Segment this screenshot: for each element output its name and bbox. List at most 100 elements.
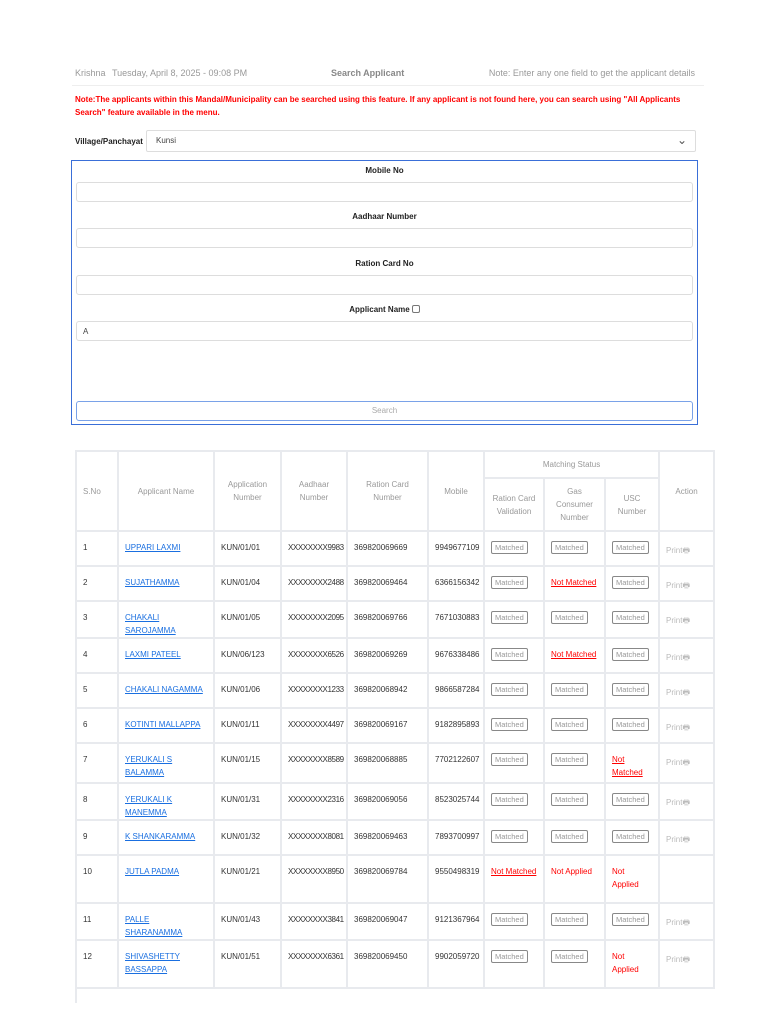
gas-cell: Matched	[543, 782, 606, 821]
table-row: 10 JUTLA PADMA KUN/01/21 XXXXXXXX8950 36…	[75, 854, 716, 904]
matched-badge: Matched	[491, 648, 528, 661]
print-label: Print	[666, 723, 683, 732]
sno: 2	[75, 565, 119, 602]
rcv-cell: Not Matched	[483, 854, 545, 904]
ration-label: Ration Card No	[355, 259, 414, 268]
print-button[interactable]: Print🖶	[666, 581, 690, 590]
usc-cell: Matched	[603, 902, 661, 941]
village-select[interactable]: Kunsi ⌄	[146, 130, 696, 152]
usc-cell: Not Applied	[603, 854, 661, 904]
aadhaar-number: XXXXXXXX6526	[280, 637, 348, 674]
applicant-name-label-row: Applicant Name	[72, 305, 697, 314]
ration-card-number: 369820068885	[346, 742, 429, 784]
matched-badge: Matched	[551, 611, 588, 624]
applicant-name-link[interactable]: JUTLA PADMA	[125, 867, 179, 876]
application-number: KUN/01/06	[213, 672, 282, 709]
top-bar: Krishna Tuesday, April 8, 2025 - 09:08 P…	[75, 68, 695, 82]
table-row: 6 KOTINTI MALLAPPA KUN/01/11 XXXXXXXX449…	[75, 707, 716, 744]
print-button[interactable]: Print🖶	[666, 798, 690, 807]
aadhaar-input[interactable]	[76, 228, 693, 248]
chevron-down-icon: ⌄	[676, 133, 687, 147]
sno: 12	[75, 939, 119, 989]
sno: 6	[75, 707, 119, 744]
ration-card-number: 369820069167	[346, 707, 429, 744]
village-value: Kunsi	[156, 136, 177, 145]
applicant-name-link[interactable]: KOTINTI MALLAPPA	[125, 720, 200, 729]
ration-input[interactable]	[76, 275, 693, 295]
applicant-name-link[interactable]: YERUKALI K MANEMMA	[125, 795, 172, 817]
mobile: 6366156342	[427, 565, 485, 602]
matched-badge: Matched	[491, 683, 528, 696]
applicant-name-checkbox[interactable]	[411, 305, 420, 313]
matched-badge: Matched	[491, 913, 528, 926]
action-cell: Print🖶	[658, 939, 716, 989]
applicant-name-link[interactable]: K SHANKARAMMA	[125, 832, 195, 841]
printer-icon: 🖶	[682, 581, 691, 590]
applicant-name-link[interactable]: CHAKALI SAROJAMMA	[125, 613, 176, 635]
ration-card-number: 369820069450	[346, 939, 429, 989]
print-button[interactable]: Print🖶	[666, 918, 690, 927]
matched-badge: Matched	[551, 950, 588, 963]
applicant-name-link[interactable]: PALLE SHARANAMMA	[125, 915, 182, 937]
matched-badge: Matched	[612, 913, 649, 926]
applicant-name-link[interactable]: SHIVASHETTY BASSAPPA	[125, 952, 180, 974]
name-cell: YERUKALI S BALAMMA	[117, 742, 215, 784]
print-button[interactable]: Print🖶	[666, 546, 690, 555]
action-cell	[658, 854, 716, 904]
matched-badge: Matched	[491, 830, 528, 843]
applicant-name-link[interactable]: YERUKALI S BALAMMA	[125, 755, 172, 777]
mobile: 9949677109	[427, 530, 485, 567]
mobile: 7702122607	[427, 742, 485, 784]
search-button[interactable]: Search	[76, 401, 693, 421]
print-button[interactable]: Print🖶	[666, 616, 690, 625]
matched-badge: Matched	[551, 683, 588, 696]
not-matched-link[interactable]: Not Matched	[551, 578, 596, 587]
matched-badge: Matched	[551, 830, 588, 843]
print-label: Print	[666, 653, 683, 662]
applicant-name-link[interactable]: UPPARI LAXMI	[125, 543, 180, 552]
print-button[interactable]: Print🖶	[666, 835, 690, 844]
print-button[interactable]: Print🖶	[666, 688, 690, 697]
usc-cell: Matched	[603, 600, 661, 639]
sno: 10	[75, 854, 119, 904]
user-name: Krishna	[75, 68, 106, 78]
not-matched-link[interactable]: Not Matched	[491, 867, 536, 876]
applicant-name-link[interactable]: LAXMI PATEEL	[125, 650, 181, 659]
applicant-name-input[interactable]: A	[76, 321, 693, 341]
table-row: 5 CHAKALI NAGAMMA KUN/01/06 XXXXXXXX1233…	[75, 672, 716, 709]
usc-cell: Matched	[603, 707, 661, 744]
applicant-name-link[interactable]: CHAKALI NAGAMMA	[125, 685, 203, 694]
print-button[interactable]: Print🖶	[666, 653, 690, 662]
application-number: KUN/01/51	[213, 939, 282, 989]
print-button[interactable]: Print🖶	[666, 955, 690, 964]
application-number: KUN/01/32	[213, 819, 282, 856]
not-applied-text: Not Applied	[612, 952, 639, 974]
application-number: KUN/01/31	[213, 782, 282, 821]
action-cell: Print🖶	[658, 600, 716, 639]
usc-cell: Matched	[603, 782, 661, 821]
rcv-cell: Matched	[483, 742, 545, 784]
table-edge	[75, 983, 77, 1003]
printer-icon: 🖶	[682, 546, 691, 555]
mobile-input[interactable]	[76, 182, 693, 202]
ration-card-number: 369820069464	[346, 565, 429, 602]
aadhaar-number: XXXXXXXX6361	[280, 939, 348, 989]
applicant-name-link[interactable]: SUJATHAMMA	[125, 578, 180, 587]
ration-card-number: 369820069784	[346, 854, 429, 904]
ration-card-number: 369820069056	[346, 782, 429, 821]
name-cell: LAXMI PATEEL	[117, 637, 215, 674]
rcv-cell: Matched	[483, 902, 545, 941]
gas-cell: Matched	[543, 902, 606, 941]
print-label: Print	[666, 546, 683, 555]
th-sno: S.No	[75, 450, 119, 532]
search-form: Mobile No Aadhaar Number Ration Card No …	[71, 160, 698, 425]
not-matched-link[interactable]: Not Matched	[551, 650, 596, 659]
not-matched-link[interactable]: Not Matched	[612, 755, 643, 777]
application-number: KUN/01/11	[213, 707, 282, 744]
aadhaar-number: XXXXXXXX8950	[280, 854, 348, 904]
print-button[interactable]: Print🖶	[666, 723, 690, 732]
print-button[interactable]: Print🖶	[666, 758, 690, 767]
gas-cell: Not Matched	[543, 637, 606, 674]
th-aadhaar: Aadhaar Number	[280, 450, 348, 532]
mobile: 9121367964	[427, 902, 485, 941]
